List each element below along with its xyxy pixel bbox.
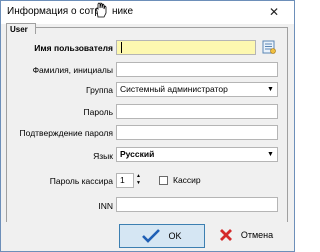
checkmark-icon: [142, 229, 161, 243]
password-input[interactable]: [116, 104, 278, 119]
language-label: Язык: [93, 151, 113, 161]
cashier-password-spinner[interactable]: 1: [116, 173, 134, 188]
cancel-button[interactable]: Отмена: [206, 224, 286, 246]
language-select[interactable]: Русский ▼: [116, 147, 278, 162]
group-title: User: [6, 23, 36, 34]
text-caret: [121, 42, 122, 53]
group-select[interactable]: Системный администратор ▼: [116, 82, 278, 97]
notepad-icon: [262, 40, 276, 54]
ok-button[interactable]: OK: [119, 224, 205, 248]
inn-input[interactable]: [116, 197, 278, 212]
ok-label: OK: [168, 231, 182, 241]
title-bar[interactable]: Информация о сотр нике ✕: [1, 1, 294, 24]
cancel-label: Отмена: [240, 230, 274, 240]
spin-up-icon[interactable]: ▲: [134, 173, 143, 180]
group-selected-value: Системный администратор: [120, 84, 228, 94]
inn-label: INN: [98, 201, 113, 211]
chevron-down-icon[interactable]: ▼: [264, 83, 277, 96]
cashier-checkbox[interactable]: [159, 176, 168, 185]
hand-cursor-icon: [94, 2, 108, 20]
fullname-label: Фамилия, инициалы: [32, 65, 113, 75]
confirm-password-input[interactable]: [116, 125, 278, 140]
close-icon: ✕: [268, 5, 280, 19]
spinner-arrows[interactable]: ▲ ▼: [134, 173, 143, 188]
language-selected-value: Русский: [120, 149, 155, 159]
fullname-input[interactable]: [116, 62, 278, 77]
window-title: Информация о сотр нике: [7, 6, 134, 17]
spin-down-icon[interactable]: ▼: [134, 180, 143, 187]
username-label: Имя пользователя: [34, 43, 113, 53]
username-input[interactable]: [116, 40, 256, 55]
cashier-checkbox-label: Кассир: [173, 175, 201, 185]
cross-icon: [219, 229, 232, 241]
chevron-down-icon[interactable]: ▼: [264, 148, 277, 161]
group-label: Группа: [86, 85, 113, 95]
notes-button[interactable]: [261, 40, 277, 54]
confirm-password-label: Подтверждение пароля: [19, 128, 113, 138]
password-label: Пароль: [83, 107, 114, 117]
cashier-password-label: Пароль кассира: [49, 176, 113, 186]
close-button[interactable]: ✕: [261, 4, 287, 21]
